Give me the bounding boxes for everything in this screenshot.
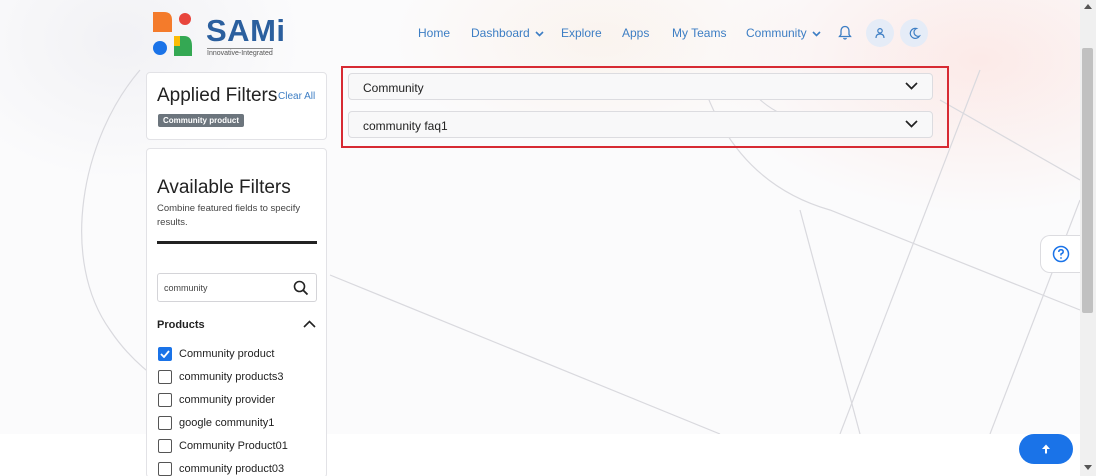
chevron-down-icon — [812, 31, 821, 37]
nav-community-label: Community — [746, 26, 807, 40]
question-circle-icon — [1052, 245, 1069, 263]
brand-name: SAMi — [206, 13, 286, 48]
arrow-up-icon — [1042, 444, 1050, 454]
nav-explore[interactable]: Explore — [561, 26, 602, 40]
clear-all-link[interactable]: Clear All — [278, 91, 315, 102]
chevron-down-icon — [535, 31, 544, 37]
filter-option-label: community product03 — [179, 463, 285, 475]
filter-option-label: Community Product01 — [179, 440, 288, 452]
logo-mark-icon — [153, 12, 192, 56]
help-button[interactable] — [1040, 235, 1080, 273]
check-icon — [160, 350, 170, 358]
theme-toggle-button[interactable] — [900, 19, 928, 47]
chevron-up-icon[interactable] — [303, 320, 316, 328]
filter-option[interactable]: community provider — [158, 391, 275, 409]
accordion-title: community faq1 — [363, 119, 448, 133]
nav-home[interactable]: Home — [418, 26, 450, 40]
filter-chip[interactable]: Community product — [158, 114, 244, 127]
nav-dashboard[interactable]: Dashboard — [471, 26, 544, 40]
checkbox[interactable] — [158, 439, 172, 453]
filter-option[interactable]: google community1 — [158, 414, 274, 432]
filter-search-input[interactable] — [164, 274, 284, 301]
page-scrollbar[interactable] — [1080, 0, 1096, 476]
chevron-down-icon — [905, 120, 918, 128]
available-filters-title: Available Filters — [157, 177, 291, 198]
chevron-down-icon — [905, 82, 918, 90]
applied-filters-title: Applied Filters — [157, 85, 278, 106]
nav-my-teams[interactable]: My Teams — [672, 26, 726, 40]
filter-option[interactable]: community product03 — [158, 460, 284, 476]
brand-tagline: Innovative-Integrated — [207, 48, 273, 57]
applied-filters-panel: Applied Filters Clear All Community prod… — [146, 72, 327, 140]
checkbox[interactable] — [158, 370, 172, 384]
user-profile-button[interactable] — [866, 19, 894, 47]
filter-option[interactable]: Community product — [158, 345, 274, 363]
search-icon[interactable] — [293, 280, 309, 296]
checkbox[interactable] — [158, 462, 172, 476]
filter-option[interactable]: community products3 — [158, 368, 284, 386]
checkbox[interactable] — [158, 393, 172, 407]
bell-icon[interactable] — [838, 25, 852, 41]
products-section-title: Products — [157, 319, 205, 331]
checkbox-checked[interactable] — [158, 347, 172, 361]
scroll-up-icon[interactable] — [1084, 4, 1092, 9]
nav-community[interactable]: Community — [746, 26, 821, 40]
section-divider — [157, 241, 317, 244]
filter-option-label: Community product — [179, 348, 275, 360]
available-filters-panel: Available Filters Combine featured field… — [146, 148, 327, 476]
accordion-item[interactable]: community faq1 — [348, 111, 933, 138]
filter-option-label: community provider — [179, 394, 275, 406]
accordion-title: Community — [363, 81, 424, 95]
user-icon — [875, 27, 885, 39]
moon-icon — [909, 27, 921, 39]
nav-apps[interactable]: Apps — [622, 26, 649, 40]
nav-dashboard-label: Dashboard — [471, 26, 530, 40]
checkbox[interactable] — [158, 416, 172, 430]
sami-logo[interactable]: SAMi Innovative-Integrated — [150, 8, 285, 60]
available-filters-description: Combine featured fields to specify resul… — [157, 203, 301, 228]
scroll-to-top-button[interactable] — [1019, 434, 1073, 464]
scrollbar-thumb[interactable] — [1082, 48, 1093, 313]
top-navigation-bar: SAMi Innovative-Integrated Home Dashboar… — [0, 0, 1080, 68]
accordion-item[interactable]: Community — [348, 73, 933, 100]
filter-search-box — [157, 273, 317, 302]
filter-option-label: community products3 — [179, 371, 284, 383]
filter-option[interactable]: Community Product01 — [158, 437, 288, 455]
filter-option-label: google community1 — [179, 417, 275, 429]
scroll-down-icon[interactable] — [1084, 465, 1092, 470]
